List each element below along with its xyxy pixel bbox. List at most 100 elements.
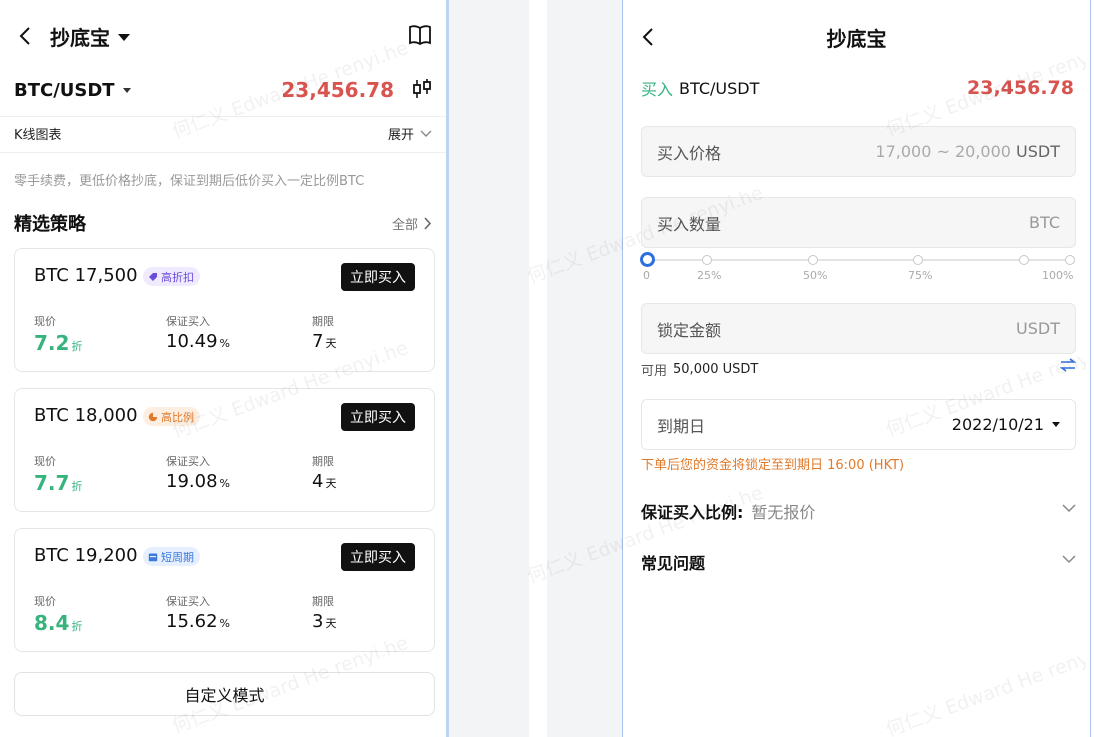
buy-now-button[interactable]: 立即买入 (341, 543, 415, 571)
buy-now-button[interactable]: 立即买入 (341, 263, 415, 291)
current-unit: 折 (71, 480, 83, 493)
buy-quantity-field[interactable]: 买入数量 BTC (641, 197, 1076, 248)
slider-label: 25% (697, 269, 722, 282)
slider-label: 50% (803, 269, 828, 282)
stat-guaranteed: 15.62% (166, 611, 230, 632)
page-title: 抄底宝 (826, 26, 887, 51)
guaranteed-unit: % (219, 617, 230, 630)
available-balance: 可用 50,000 USDT (641, 358, 1077, 379)
candlestick-icon[interactable] (410, 78, 434, 104)
guaranteed-value: 19.08 (166, 471, 218, 492)
expiry-value: 2022/10/21 (952, 415, 1060, 434)
expiry-date-select[interactable]: 到期日 2022/10/21 (641, 399, 1076, 450)
guaranteed-value: 15.62 (166, 611, 218, 632)
strategy-tag: 短周期 (143, 547, 200, 566)
stat-label-current: 现价 (34, 315, 56, 328)
kline-toggle-row[interactable]: K线图表 展开 (14, 124, 432, 143)
field-label: 买入价格 (657, 143, 722, 163)
ratio-label: 保证买入比例: (641, 503, 744, 522)
page-title[interactable]: 抄底宝 (50, 22, 110, 51)
stat-label-term: 期限 (312, 315, 334, 328)
faq-label: 常见问题 (641, 554, 706, 573)
slider-step[interactable] (808, 255, 818, 265)
stat-term: 7天 (312, 331, 336, 352)
tag-label: 高比例 (161, 410, 194, 424)
strategy-card[interactable]: BTC 19,200 短周期 立即买入 现价 保证买入 期限 8.4 折 15.6… (14, 528, 435, 652)
stat-current: 7.2 折 (34, 331, 82, 355)
available-amount: 50,000 USDT (673, 362, 759, 377)
guaranteed-ratio-row[interactable]: 保证买入比例: 暂无报价 (641, 499, 1076, 523)
strategy-name: BTC 17,500 (34, 265, 138, 286)
slider-label: 0 (643, 269, 650, 282)
slider-step[interactable] (702, 255, 712, 265)
slider-label: 75% (908, 269, 933, 282)
available-label: 可用 (641, 364, 668, 379)
strategy-name: BTC 18,000 (34, 405, 138, 426)
stat-current: 8.4 折 (34, 611, 82, 635)
back-arrow-icon[interactable] (637, 22, 659, 52)
current-unit: 折 (71, 620, 83, 633)
pair-header: 买入 BTC/USDT 23,456.78 (641, 76, 1074, 100)
product-description: 零手续费，更低价格抄底，保证到期后低价买入一定比例BTC (14, 174, 365, 189)
term-unit: 天 (325, 337, 337, 350)
buy-order-screen: 抄底宝 买入 BTC/USDT 23,456.78 买入价格 17,000 ~ … (623, 0, 1090, 737)
price-unit: USDT (1016, 142, 1060, 161)
back-arrow-icon[interactable] (14, 21, 36, 51)
slider-step[interactable] (1019, 255, 1029, 265)
lock-notice: 下单后您的资金将锁定至到期日 16:00 (HKT) (641, 458, 905, 473)
gutter-background (547, 0, 622, 737)
chevron-down-icon[interactable] (1062, 504, 1076, 513)
stat-label-term: 期限 (312, 455, 334, 468)
current-value: 7.2 (34, 331, 70, 355)
swap-icon[interactable] (1059, 358, 1077, 376)
custom-mode-button[interactable]: 自定义模式 (14, 672, 435, 716)
stat-label-current: 现价 (34, 455, 56, 468)
screen-border (1090, 0, 1091, 737)
pair-selector[interactable]: BTC/USDT (14, 80, 115, 101)
buy-price-field[interactable]: 买入价格 17,000 ~ 20,000 USDT (641, 126, 1076, 177)
faq-row[interactable]: 常见问题 (641, 550, 1076, 574)
chevron-right-icon (424, 216, 432, 230)
locked-amount-field[interactable]: 锁定金额 USDT (641, 303, 1076, 354)
section-title: 精选策略 (14, 214, 86, 235)
slider-step[interactable] (913, 255, 923, 265)
strategy-card[interactable]: BTC 18,000 高比例 立即买入 现价 保证买入 期限 7.7 折 19.0… (14, 388, 435, 512)
quantity-slider[interactable]: 0 25% 50% 75% 100% (640, 252, 1075, 283)
stat-label-guaranteed: 保证买入 (166, 455, 210, 468)
slider-step[interactable] (1065, 255, 1075, 265)
tag-icon (149, 272, 157, 281)
stat-label-guaranteed: 保证买入 (166, 315, 210, 328)
last-price: 23,456.78 (281, 78, 394, 102)
view-all-link[interactable]: 全部 (392, 214, 432, 233)
last-price: 23,456.78 (967, 77, 1074, 99)
slider-handle[interactable] (640, 252, 655, 267)
caret-down-icon[interactable] (118, 33, 130, 41)
gutter-background (449, 0, 529, 737)
stat-guaranteed: 19.08% (166, 471, 230, 492)
chevron-down-icon[interactable] (1062, 555, 1076, 564)
book-icon[interactable] (408, 24, 432, 50)
stat-term: 4天 (312, 471, 336, 492)
view-all-label: 全部 (391, 217, 418, 233)
strategy-card[interactable]: BTC 17,500 高折扣 立即买入 现价 保证买入 期限 7.2 折 10.4… (14, 248, 435, 372)
pie-chart-icon (148, 412, 158, 421)
pair-header: BTC/USDT 23,456.78 (14, 76, 434, 104)
expand-toggle[interactable]: 展开 (388, 124, 432, 143)
field-label: 锁定金额 (657, 320, 722, 340)
locked-unit: USDT (1016, 319, 1060, 338)
chevron-down-icon (420, 130, 432, 137)
stat-guaranteed: 10.49% (166, 331, 230, 352)
guaranteed-unit: % (219, 477, 230, 490)
current-value: 8.4 (34, 611, 70, 635)
strategy-tag: 高比例 (143, 407, 200, 426)
ratio-value: 暂无报价 (751, 503, 816, 522)
buy-now-button[interactable]: 立即买入 (341, 403, 415, 431)
stat-current: 7.7 折 (34, 471, 82, 495)
current-value: 7.7 (34, 471, 70, 495)
strategy-tag: 高折扣 (143, 267, 200, 286)
caret-down-icon[interactable] (122, 87, 131, 93)
strategy-name: BTC 19,200 (34, 545, 138, 566)
tag-label: 高折扣 (161, 270, 194, 284)
guaranteed-value: 10.49 (166, 331, 218, 352)
term-value: 7 (312, 331, 324, 352)
